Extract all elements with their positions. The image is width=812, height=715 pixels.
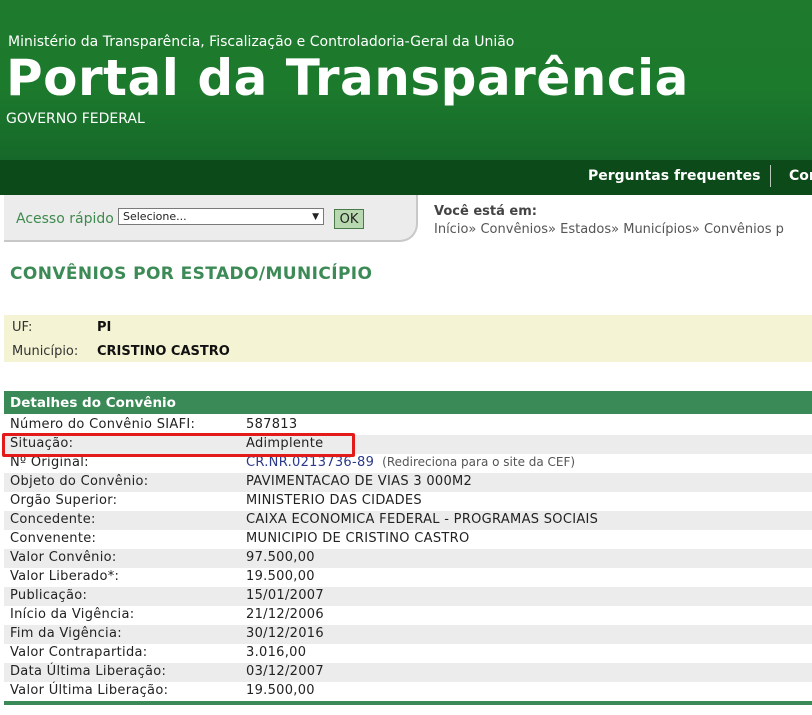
municipio-label: Município: (12, 344, 79, 359)
detail-label: Data Última Liberação: (10, 664, 167, 679)
detail-row-valor-liberado: Valor Liberado*: 19.500,00 (4, 568, 812, 587)
original-number-link[interactable]: CR.NR.0213736-89 (246, 455, 374, 470)
detail-label: Valor Convênio: (10, 550, 117, 565)
detail-value: CR.NR.0213736-89 (Redireciona para o site… (246, 455, 575, 470)
detail-value: 15/01/2007 (246, 588, 324, 603)
nav-link-faq[interactable]: Perguntas frequentes (588, 168, 760, 184)
detail-value: 03/12/2007 (246, 664, 324, 679)
detail-label: Nº Original: (10, 455, 89, 470)
detail-value: 21/12/2006 (246, 607, 324, 622)
detail-label: Objeto do Convênio: (10, 474, 149, 489)
detail-row-inicio-vigencia: Início da Vigência: 21/12/2006 (4, 606, 812, 625)
detail-value: 97.500,00 (246, 550, 315, 565)
nav-link-next[interactable]: Con (789, 168, 812, 184)
uf-value: PI (97, 320, 112, 335)
detail-value: 19.500,00 (246, 569, 315, 584)
situacao-highlight-box (2, 433, 355, 457)
detail-label: Fim da Vigência: (10, 626, 122, 641)
quick-access-label: Acesso rápido (16, 211, 114, 227)
detail-label: Orgão Superior: (10, 493, 118, 508)
detail-row-orgao: Orgão Superior: MINISTERIO DAS CIDADES (4, 492, 812, 511)
detail-value: MUNICIPIO DE CRISTINO CASTRO (246, 531, 470, 546)
detail-value: PAVIMENTACAO DE VIAS 3 000M2 (246, 474, 473, 489)
detail-row-fim-vigencia: Fim da Vigência: 30/12/2016 (4, 625, 812, 644)
detail-row-valor-ultima-liberacao: Valor Última Liberação: 19.500,00 (4, 682, 812, 701)
detail-label: Início da Vigência: (10, 607, 135, 622)
detail-row-data-ultima-liberacao: Data Última Liberação: 03/12/2007 (4, 663, 812, 682)
quick-access-select[interactable]: Selecione... ▼ (118, 208, 324, 225)
detail-label: Valor Liberado*: (10, 569, 120, 584)
detail-value: 19.500,00 (246, 683, 315, 698)
page-title: CONVÊNIOS POR ESTADO/MUNICÍPIO (10, 264, 373, 284)
detail-value: 587813 (246, 417, 298, 432)
detail-row-contrapartida: Valor Contrapartida: 3.016,00 (4, 644, 812, 663)
detail-value: CAIXA ECONOMICA FEDERAL - PROGRAMAS SOCI… (246, 512, 599, 527)
detail-row-convenente: Convenente: MUNICIPIO DE CRISTINO CASTRO (4, 530, 812, 549)
redirect-note: (Redireciona para o site da CEF) (382, 455, 576, 469)
quick-access-ok-button[interactable]: OK (334, 209, 364, 229)
quick-access-select-value: Selecione... (123, 210, 187, 223)
municipio-value: CRISTINO CASTRO (97, 344, 230, 359)
governo-federal-label: GOVERNO FEDERAL (6, 111, 145, 127)
detail-label: Número do Convênio SIAFI: (10, 417, 196, 432)
detail-label: Valor Contrapartida: (10, 645, 148, 660)
detail-label: Valor Última Liberação: (10, 683, 169, 698)
detail-label: Convenente: (10, 531, 97, 546)
detail-label: Concedente: (10, 512, 96, 527)
detail-label: Publicação: (10, 588, 88, 603)
detail-value: 30/12/2016 (246, 626, 324, 641)
chevron-down-icon: ▼ (312, 212, 319, 222)
details-bottom-border (4, 701, 812, 705)
detail-row-objeto: Objeto do Convênio: PAVIMENTACAO DE VIAS… (4, 473, 812, 492)
uf-label: UF: (12, 320, 33, 335)
detail-value: MINISTERIO DAS CIDADES (246, 493, 422, 508)
nav-separator (770, 165, 771, 187)
breadcrumb[interactable]: Início» Convênios» Estados» Municípios» … (434, 222, 784, 237)
detail-row-concedente: Concedente: CAIXA ECONOMICA FEDERAL - PR… (4, 511, 812, 530)
portal-logo-title[interactable]: Portal da Transparência (6, 50, 689, 106)
detail-row-publicacao: Publicação: 15/01/2007 (4, 587, 812, 606)
detail-row-valor-convenio: Valor Convênio: 97.500,00 (4, 549, 812, 568)
details-section-title: Detalhes do Convênio (10, 395, 176, 411)
detail-value: 3.016,00 (246, 645, 307, 660)
breadcrumb-label: Você está em: (434, 204, 537, 219)
ministry-name: Ministério da Transparência, Fiscalizaçã… (8, 34, 515, 50)
